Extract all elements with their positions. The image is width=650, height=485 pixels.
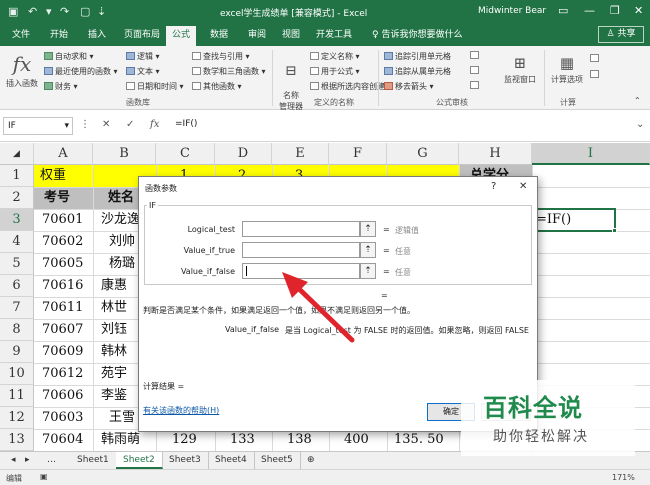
arrow-shaft <box>291 281 355 343</box>
watermark-slogan: 助你轻松解决 <box>493 429 589 445</box>
watermark: 百科全说 助你轻松解决 <box>461 380 635 456</box>
watermark-logo: 百科全说 <box>483 394 583 422</box>
